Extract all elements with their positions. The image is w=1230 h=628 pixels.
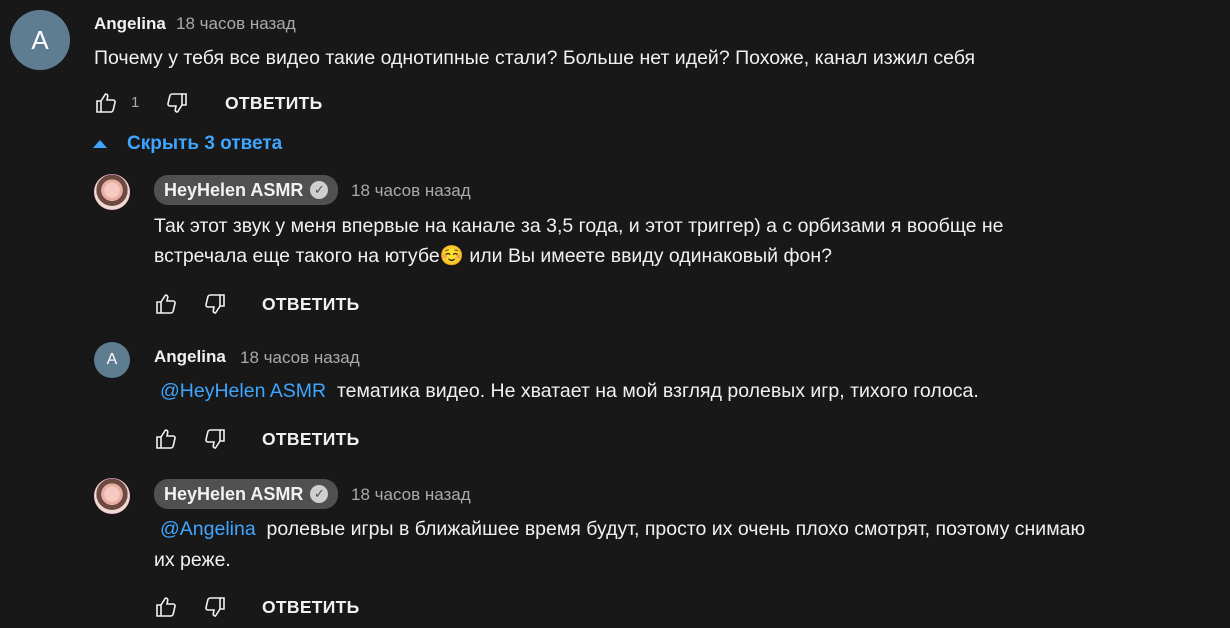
reply-text-line: @HeyHelen ASMR тематика видео. Не хватае…: [160, 376, 979, 406]
reply-author[interactable]: Angelina: [154, 347, 226, 367]
like-icon[interactable]: [154, 595, 178, 619]
like-icon[interactable]: [154, 292, 178, 316]
avatar[interactable]: A: [94, 342, 130, 378]
reply-button[interactable]: ОТВЕТИТЬ: [262, 429, 360, 450]
reply-text-line: встречала еще такого на ютубе☺️ или Вы и…: [154, 245, 832, 267]
hide-replies-button[interactable]: Скрыть 3 ответа: [93, 133, 282, 155]
like-count: 1: [131, 94, 140, 111]
reply-text-line: их реже.: [154, 549, 231, 571]
reply-button[interactable]: ОТВЕТИТЬ: [262, 597, 360, 618]
reply-text-line: @Angelina ролевые игры в ближайшее время…: [160, 514, 1085, 544]
reply-time[interactable]: 18 часов назад: [351, 485, 471, 505]
dislike-icon[interactable]: [203, 292, 227, 316]
reply-time[interactable]: 18 часов назад: [351, 181, 471, 201]
hide-replies-label: Скрыть 3 ответа: [127, 133, 283, 154]
avatar[interactable]: A: [10, 10, 70, 70]
avatar[interactable]: [94, 478, 130, 514]
reply-text: тематика видео. Не хватает на мой взгляд…: [336, 380, 979, 402]
mention-link[interactable]: @HeyHelen ASMR: [160, 380, 326, 402]
comment-author[interactable]: Angelina: [94, 14, 166, 34]
dislike-icon[interactable]: [203, 427, 227, 451]
like-icon[interactable]: [154, 427, 178, 451]
dislike-icon[interactable]: [165, 91, 189, 115]
like-icon[interactable]: [94, 91, 118, 115]
comment-time[interactable]: 18 часов назад: [176, 14, 296, 34]
reply-text: ролевые игры в ближайшее время будут, пр…: [266, 518, 1086, 540]
reply-time[interactable]: 18 часов назад: [240, 348, 360, 368]
avatar[interactable]: [94, 174, 130, 210]
reply-button[interactable]: ОТВЕТИТЬ: [262, 294, 360, 315]
reply-button[interactable]: ОТВЕТИТЬ: [225, 93, 323, 114]
verified-check-icon: ✓: [310, 485, 329, 503]
reply-author: HeyHelen ASMR: [164, 179, 304, 200]
triangle-up-icon: [93, 140, 107, 148]
verified-check-icon: ✓: [310, 181, 329, 199]
dislike-icon[interactable]: [203, 595, 227, 619]
reply-text-line: Так этот звук у меня впервые на канале з…: [154, 215, 1004, 237]
reply-author: HeyHelen ASMR: [164, 483, 304, 504]
comment-text: Почему у тебя все видео такие однотипные…: [94, 47, 976, 69]
channel-owner-badge[interactable]: HeyHelen ASMR ✓: [154, 479, 339, 509]
channel-owner-badge[interactable]: HeyHelen ASMR ✓: [154, 175, 339, 205]
mention-link[interactable]: @Angelina: [160, 518, 256, 540]
